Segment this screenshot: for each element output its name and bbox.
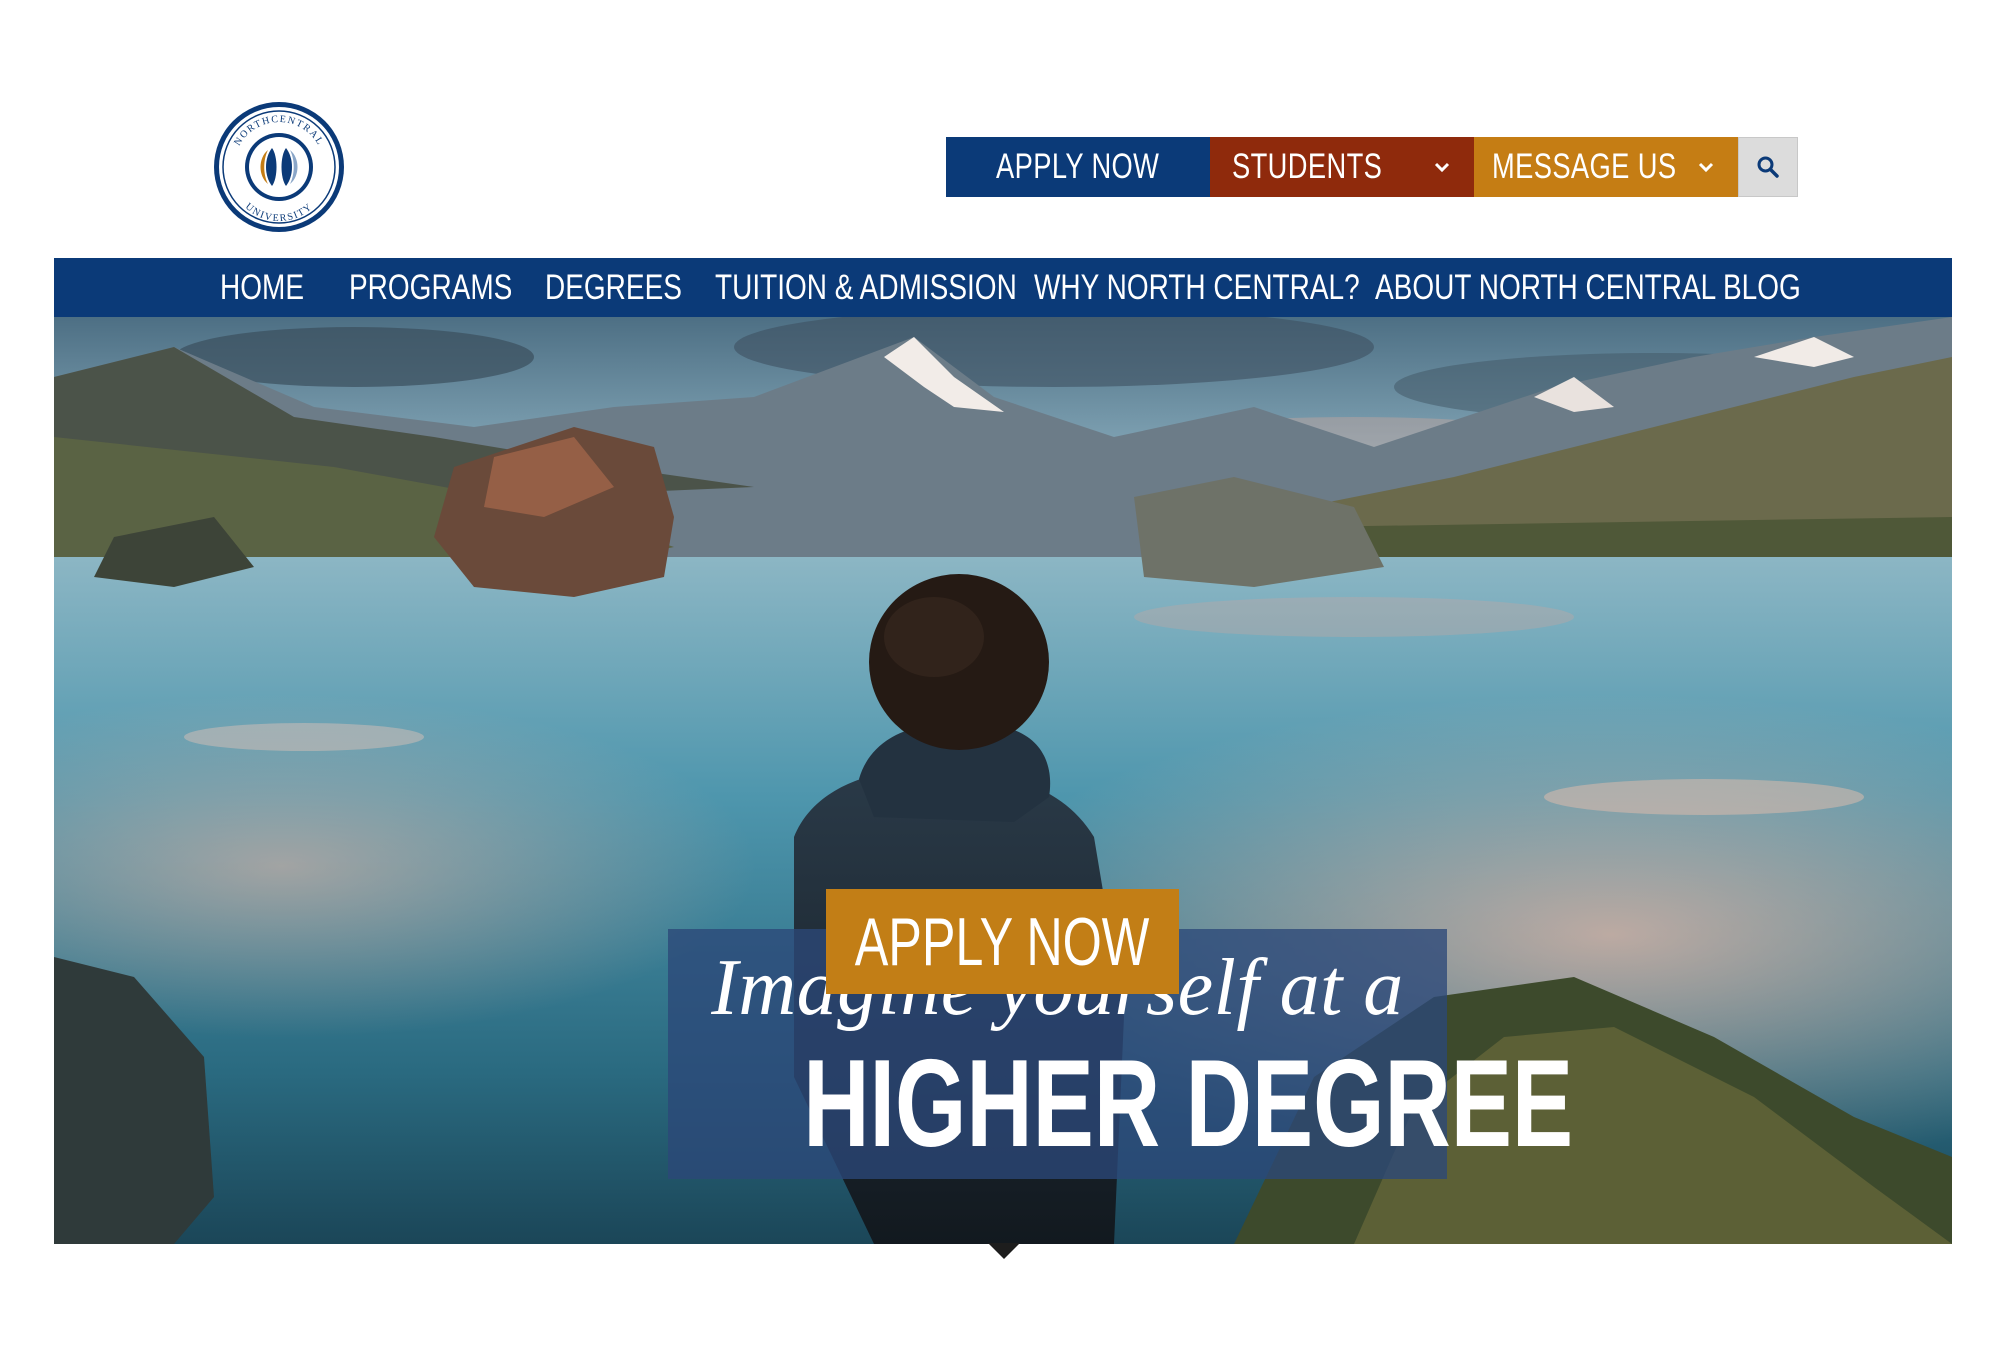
message-us-dropdown[interactable]: MESSAGE US: [1474, 137, 1738, 197]
nav-home[interactable]: HOME: [220, 258, 325, 317]
nav-label: PROGRAMS: [349, 267, 513, 307]
nav-programs[interactable]: PROGRAMS: [349, 258, 553, 317]
university-logo[interactable]: NORTHCENTRAL UNIVERSITY: [212, 100, 346, 234]
chevron-down-icon: [1698, 162, 1714, 173]
message-us-label: MESSAGE US: [1492, 147, 1677, 186]
hero-banner: Imagine yourself at a HIGHER DEGREE: [54, 317, 1952, 1244]
nav-degrees[interactable]: DEGREES: [545, 258, 716, 317]
hero-apply-now-label: APPLY NOW: [855, 903, 1150, 980]
chevron-down-icon: [1434, 162, 1450, 173]
apply-now-label: APPLY NOW: [996, 147, 1160, 186]
nav-label: TUITION & ADMISSION: [715, 267, 1017, 307]
search-icon: [1757, 156, 1779, 178]
university-seal-icon: NORTHCENTRAL UNIVERSITY: [214, 102, 344, 232]
nav-label: WHY NORTH CENTRAL?: [1034, 267, 1360, 307]
utility-bar: APPLY NOW STUDENTS MESSAGE US: [946, 137, 1798, 197]
students-label: STUDENTS: [1232, 147, 1383, 186]
hero-apply-now-button[interactable]: APPLY NOW: [826, 889, 1179, 994]
nav-label: HOME: [220, 267, 304, 307]
nav-label: BLOG: [1723, 267, 1801, 307]
nav-label: DEGREES: [545, 267, 682, 307]
nav-blog[interactable]: BLOG: [1723, 258, 1820, 317]
nav-label: ABOUT NORTH CENTRAL: [1375, 267, 1717, 307]
apply-now-button[interactable]: APPLY NOW: [946, 137, 1210, 197]
students-dropdown[interactable]: STUDENTS: [1210, 137, 1474, 197]
hero-headline: HIGHER DEGREE: [668, 1033, 1573, 1175]
hero-bottom-notch: [988, 1243, 1020, 1259]
main-navigation: HOME PROGRAMS DEGREES TUITION & ADMISSIO…: [54, 258, 1952, 317]
hero-headline-text: HIGHER DEGREE: [803, 1035, 1574, 1173]
search-button[interactable]: [1738, 137, 1798, 197]
